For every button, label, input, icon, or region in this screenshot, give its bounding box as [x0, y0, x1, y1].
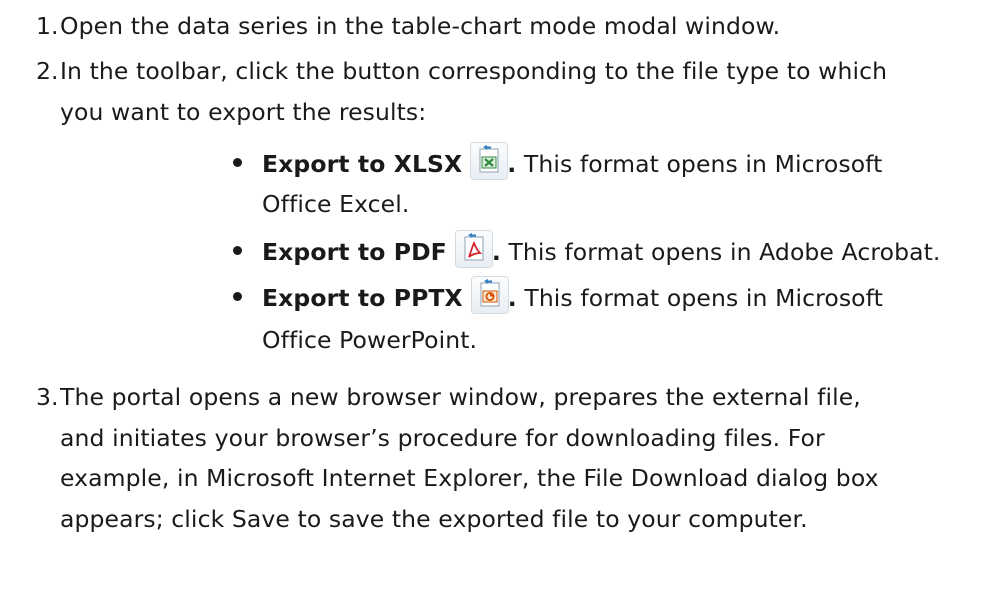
export-option-description: This format opens in Adobe Acrobat. — [508, 238, 941, 266]
export-option-xlsx: Export to XLSX . This format opens in Mi… — [262, 143, 882, 184]
export-option-description: This format opens in Microsoft — [524, 284, 883, 312]
step-number: 1. — [36, 12, 59, 40]
excel-export-icon[interactable] — [471, 143, 508, 179]
export-option-pptx: Export to PPTX . This format opens in Mi… — [262, 277, 883, 318]
export-option-period: . — [507, 150, 517, 178]
step-text: In the toolbar, click the button corresp… — [60, 57, 888, 85]
export-option-description: This format opens in Microsoft — [523, 150, 883, 178]
export-option-description-cont: Office Excel. — [262, 190, 410, 218]
bullet-icon — [233, 246, 242, 255]
powerpoint-export-icon[interactable] — [471, 277, 508, 313]
step-number: 3. — [36, 383, 59, 411]
step-text: example, in Microsoft Internet Explorer,… — [60, 464, 879, 492]
export-option-description-cont: Office PowerPoint. — [262, 326, 478, 354]
step-text: Open the data series in the table-chart … — [60, 12, 781, 40]
step-text: appears; click Save to save the exported… — [60, 505, 808, 533]
bullet-icon — [233, 158, 242, 167]
export-option-label: Export to PPTX — [262, 284, 463, 312]
export-option-period: . — [507, 284, 517, 312]
bullet-icon — [233, 292, 242, 301]
export-option-pdf: Export to PDF . This format opens in Ado… — [262, 231, 940, 272]
pdf-export-icon[interactable] — [455, 231, 492, 267]
step-number: 2. — [36, 57, 59, 85]
step-text: The portal opens a new browser window, p… — [60, 383, 861, 411]
document-page: 1. Open the data series in the table-cha… — [0, 0, 991, 595]
export-option-label: Export to PDF — [262, 238, 447, 266]
export-option-period: . — [491, 238, 501, 266]
export-option-label: Export to XLSX — [262, 150, 463, 178]
step-text: you want to export the results: — [60, 98, 427, 126]
step-text: and initiates your browser’s procedure f… — [60, 424, 825, 452]
